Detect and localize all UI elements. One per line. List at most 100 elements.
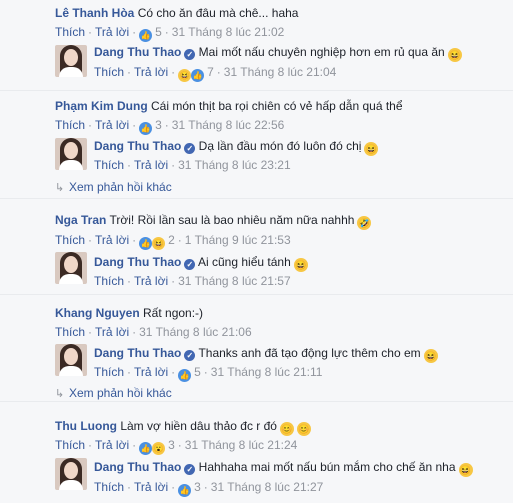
reaction-count[interactable]: 5 xyxy=(152,25,162,39)
like-icon: 👍 xyxy=(139,442,153,455)
comment-actions: Thích · Trả lời · 👍 😆 2 · 1 Tháng 9 lúc 21:53 xyxy=(55,233,291,250)
comment-text: Rất ngon:-) xyxy=(143,306,204,320)
reply-link[interactable]: Trả lời xyxy=(95,438,129,452)
like-link[interactable]: Thích xyxy=(94,480,124,494)
commenter-name[interactable]: Lê Thanh Hòa xyxy=(55,6,134,20)
verified-badge-icon: ✓ xyxy=(184,143,196,154)
timestamp[interactable]: 31 Tháng 8 lúc 23:21 xyxy=(178,158,291,172)
reply-link[interactable]: Trả lời xyxy=(95,233,129,247)
comment: Khang Nguyen Rất ngon:-) xyxy=(55,305,203,321)
commenter-name[interactable]: Phạm Kim Dung xyxy=(55,99,148,113)
view-more-replies-link[interactable]: ↳ Xem phản hồi khác xyxy=(55,385,172,402)
like-link[interactable]: Thích xyxy=(55,25,85,39)
smiling-emoji-icon: 😊 xyxy=(296,422,311,436)
laughing-emoji-icon: 😆 xyxy=(423,349,438,363)
haha-icon: 😆 xyxy=(152,237,166,250)
like-icon: 👍 xyxy=(178,484,192,497)
reply-link[interactable]: Trả lời xyxy=(95,118,129,132)
reply-text: Thanks anh đã tạo động lực thêm cho em xyxy=(198,346,421,360)
timestamp[interactable]: 31 Tháng 8 lúc 21:02 xyxy=(172,25,285,39)
like-icon: 👍 xyxy=(139,29,153,42)
verified-badge-icon: ✓ xyxy=(184,49,196,60)
like-link[interactable]: Thích xyxy=(94,158,124,172)
comment-actions: Thích · Trả lời · 31 Tháng 8 lúc 21:06 xyxy=(55,325,252,339)
separator xyxy=(0,90,513,91)
like-link[interactable]: Thích xyxy=(55,325,85,339)
reaction-count[interactable]: 5 xyxy=(191,365,201,379)
avatar[interactable] xyxy=(55,344,87,376)
laughing-emoji-icon: 😆 xyxy=(458,463,473,477)
reply: Dang Thu Thao ✓ Thanks anh đã tạo động lự… xyxy=(94,345,438,363)
like-link[interactable]: Thích xyxy=(55,118,85,132)
wow-icon: 😮 xyxy=(152,442,166,455)
comment-actions: Thích · Trả lời · 👍 5 · 31 Tháng 8 lúc 21:02 xyxy=(55,25,285,42)
reply-actions: Thích · Trả lời · 👍 3 · 31 Tháng 8 lúc 21:27 xyxy=(94,480,324,497)
separator xyxy=(0,198,513,199)
reply: Dang Thu Thao ✓ Hahhaha mai mốt nấu bún m… xyxy=(94,459,473,477)
reaction-count[interactable]: 2 xyxy=(165,233,175,247)
comment-actions: Thích · Trả lời · 👍 3 · 31 Tháng 8 lúc 22:56 xyxy=(55,118,285,135)
reply-text: Ai cũng hiểu tánh xyxy=(198,255,291,269)
reply: Dang Thu Thao ✓ Mai mốt nấu chuyên nghiệp… xyxy=(94,44,462,62)
replier-name[interactable]: Dang Thu Thao xyxy=(94,346,181,360)
timestamp[interactable]: 31 Tháng 8 lúc 21:27 xyxy=(211,480,324,494)
comment-text: Cái món thịt ba rọi chiên có vẻ hấp dẫn … xyxy=(151,99,403,113)
avatar[interactable] xyxy=(55,138,87,170)
reaction-count[interactable]: 3 xyxy=(191,480,201,494)
reply-text: Hahhaha mai mốt nấu bún mắm cho chế ăn n… xyxy=(198,460,456,474)
timestamp[interactable]: 31 Tháng 8 lúc 21:24 xyxy=(185,438,298,452)
reply-link[interactable]: Trả lời xyxy=(134,158,168,172)
separator xyxy=(0,294,513,295)
haha-icon: 😆 xyxy=(178,69,192,82)
laughing-emoji-icon: 😆 xyxy=(364,142,379,156)
comment-text: Làm vợ hiền dâu thảo đc r đó xyxy=(120,419,277,433)
reaction-count[interactable]: 3 xyxy=(165,438,175,452)
commenter-name[interactable]: Nga Tran xyxy=(55,213,106,227)
like-link[interactable]: Thích xyxy=(55,438,85,452)
like-link[interactable]: Thích xyxy=(55,233,85,247)
like-link[interactable]: Thích xyxy=(94,274,124,288)
timestamp[interactable]: 1 Tháng 9 lúc 21:53 xyxy=(185,233,291,247)
commenter-name[interactable]: Khang Nguyen xyxy=(55,306,140,320)
reply: Dang Thu Thao ✓ Ai cũng hiểu tánh 😆 xyxy=(94,254,308,272)
reply-link[interactable]: Trả lời xyxy=(134,65,168,79)
like-link[interactable]: Thích xyxy=(94,65,124,79)
verified-badge-icon: ✓ xyxy=(184,350,196,361)
reply-actions: Thích · Trả lời · 31 Tháng 8 lúc 23:21 xyxy=(94,158,291,172)
like-icon: 👍 xyxy=(191,69,205,82)
reply-link[interactable]: Trả lời xyxy=(95,25,129,39)
comment-text: Có cho ăn đâu mà chê... haha xyxy=(137,6,299,20)
like-icon: 👍 xyxy=(139,237,153,250)
reply-link[interactable]: Trả lời xyxy=(134,274,168,288)
timestamp[interactable]: 31 Tháng 8 lúc 21:04 xyxy=(224,65,337,79)
rofl-emoji-icon: 🤣 xyxy=(357,216,372,230)
replier-name[interactable]: Dang Thu Thao xyxy=(94,255,181,269)
avatar[interactable] xyxy=(55,45,87,77)
reply-link[interactable]: Trả lời xyxy=(134,480,168,494)
reply-text: Dạ lần đầu món đó luôn đó chị xyxy=(198,139,362,153)
timestamp[interactable]: 31 Tháng 8 lúc 21:57 xyxy=(178,274,291,288)
comment-text: Trời! Rồi lần sau là bao nhiêu năm nữa n… xyxy=(109,213,355,227)
timestamp[interactable]: 31 Tháng 8 lúc 21:06 xyxy=(139,325,252,339)
replier-name[interactable]: Dang Thu Thao xyxy=(94,45,181,59)
comment: Phạm Kim Dung Cái món thịt ba rọi chiên … xyxy=(55,98,403,114)
like-link[interactable]: Thích xyxy=(94,365,124,379)
replier-name[interactable]: Dang Thu Thao xyxy=(94,460,181,474)
timestamp[interactable]: 31 Tháng 8 lúc 21:11 xyxy=(211,365,323,379)
avatar[interactable] xyxy=(55,252,87,284)
reply-arrow-icon: ↳ xyxy=(55,182,65,194)
timestamp[interactable]: 31 Tháng 8 lúc 22:56 xyxy=(172,118,285,132)
reaction-count[interactable]: 7 xyxy=(204,65,214,79)
reply-link[interactable]: Trả lời xyxy=(134,365,168,379)
avatar[interactable] xyxy=(55,458,87,490)
reply-link[interactable]: Trả lời xyxy=(95,325,129,339)
replier-name[interactable]: Dang Thu Thao xyxy=(94,139,181,153)
reply-actions: Thích · Trả lời · 31 Tháng 8 lúc 21:57 xyxy=(94,274,291,288)
smiling-emoji-icon: 😊 xyxy=(279,422,294,436)
comment: Lê Thanh Hòa Có cho ăn đâu mà chê... hah… xyxy=(55,5,298,21)
view-more-replies-link[interactable]: ↳ Xem phản hồi khác xyxy=(55,179,172,196)
verified-badge-icon: ✓ xyxy=(184,259,196,270)
commenter-name[interactable]: Thu Luong xyxy=(55,419,117,433)
reaction-count[interactable]: 3 xyxy=(152,118,162,132)
reply-actions: Thích · Trả lời · 👍 5 · 31 Tháng 8 lúc 21:11 xyxy=(94,365,323,382)
